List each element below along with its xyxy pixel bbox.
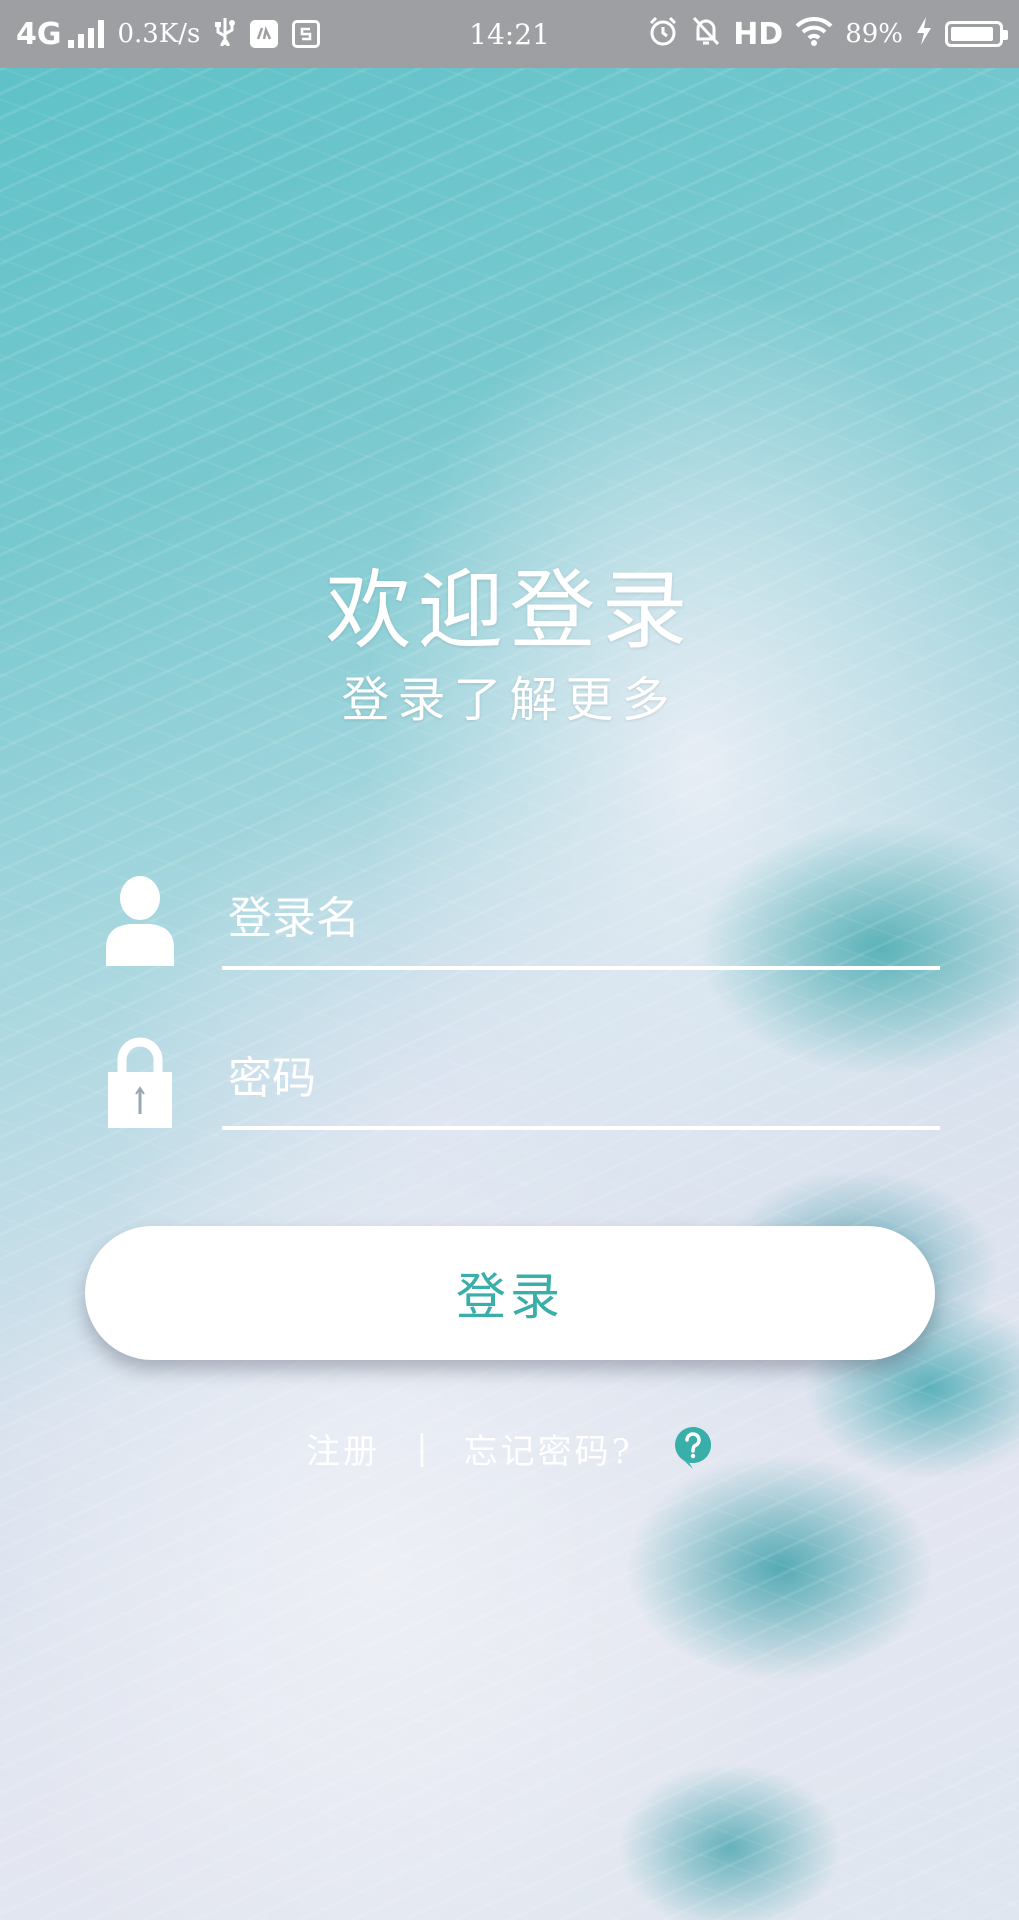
auth-links: 注册 | 忘记密码? bbox=[0, 1420, 1019, 1476]
link-separator: | bbox=[416, 1428, 428, 1468]
alarm-icon bbox=[647, 15, 679, 54]
status-bar: 4G 0.3K/s 14:21 HD 89% bbox=[0, 0, 1019, 68]
forgot-password-link[interactable]: 忘记密码? bbox=[464, 1424, 633, 1473]
password-input[interactable] bbox=[222, 1030, 940, 1130]
help-icon[interactable] bbox=[673, 1425, 713, 1471]
wifi-icon bbox=[795, 16, 833, 53]
ocean-background-image bbox=[0, 68, 1019, 1920]
battery-percent: 89% bbox=[845, 19, 903, 49]
charging-icon bbox=[915, 16, 933, 53]
username-input[interactable] bbox=[222, 870, 940, 970]
login-button[interactable]: 登录 bbox=[85, 1226, 935, 1360]
password-field bbox=[100, 1030, 940, 1130]
status-bar-right: HD 89% bbox=[647, 0, 1008, 68]
welcome-subtitle: 登录了解更多 bbox=[341, 672, 678, 728]
user-icon bbox=[100, 870, 180, 970]
register-link[interactable]: 注册 bbox=[306, 1424, 380, 1473]
username-field bbox=[100, 870, 940, 970]
lock-icon bbox=[100, 1030, 180, 1130]
welcome-title: 欢迎登录 bbox=[325, 561, 694, 661]
hd-indicator: HD bbox=[733, 16, 784, 52]
mute-icon bbox=[691, 15, 721, 54]
battery-icon bbox=[945, 21, 1008, 47]
